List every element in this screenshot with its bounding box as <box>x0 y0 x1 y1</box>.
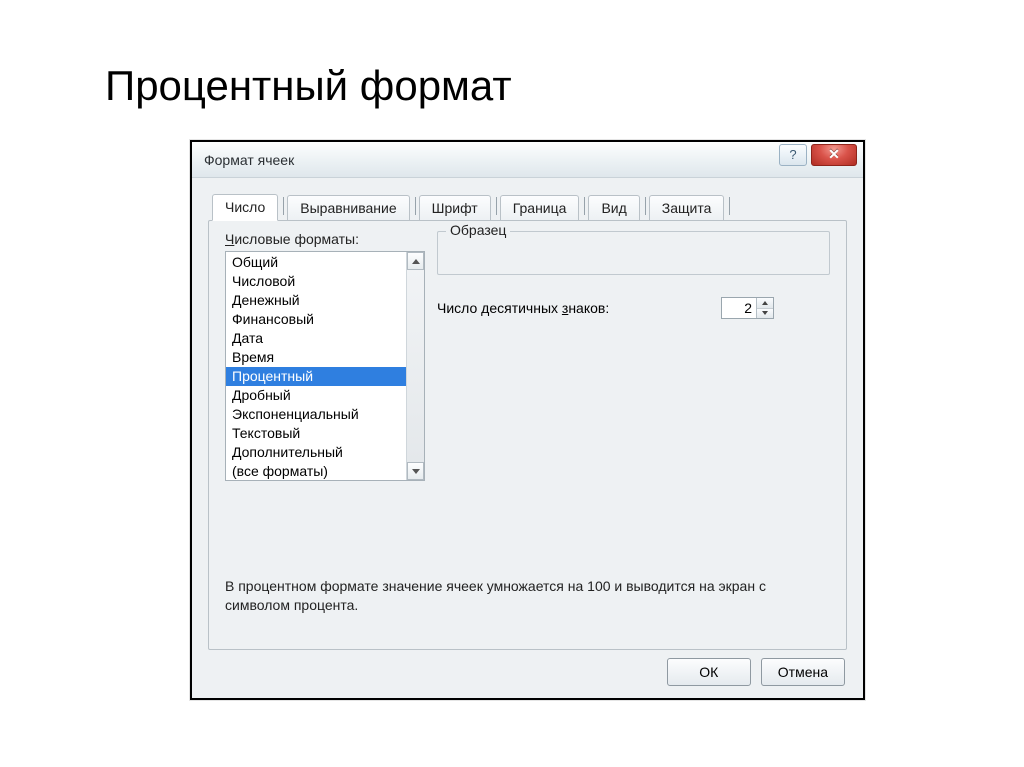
tab-separator <box>415 197 416 215</box>
chevron-down-icon <box>762 311 768 315</box>
tab-alignment[interactable]: Выравнивание <box>287 195 409 221</box>
tab-font[interactable]: Шрифт <box>419 195 491 221</box>
sample-groupbox: Образец <box>437 231 830 275</box>
help-button[interactable]: ? <box>779 144 807 166</box>
list-item[interactable]: Дробный <box>226 386 406 405</box>
sample-label: Образец <box>446 222 510 238</box>
list-item[interactable]: Финансовый <box>226 310 406 329</box>
format-cells-dialog: Формат ячеек ? ✕ Число Выравнивание Шриф… <box>190 140 865 700</box>
cancel-button[interactable]: Отмена <box>761 658 845 686</box>
tab-separator <box>729 197 730 215</box>
dialog-body: Число Выравнивание Шрифт Граница Вид Защ… <box>192 178 863 698</box>
scroll-up-button[interactable] <box>407 252 424 270</box>
dialog-titlebar: Формат ячеек ? ✕ <box>192 142 863 178</box>
close-button[interactable]: ✕ <box>811 144 857 166</box>
list-item[interactable]: Время <box>226 348 406 367</box>
list-item-selected[interactable]: Процентный <box>226 367 406 386</box>
tab-fill[interactable]: Вид <box>588 195 639 221</box>
tab-number[interactable]: Число <box>212 194 278 221</box>
list-item[interactable]: Денежный <box>226 291 406 310</box>
format-description: В процентном формате значение ячеек умно… <box>225 577 828 615</box>
tab-separator <box>645 197 646 215</box>
tab-panel-number: Числовые форматы: Общий Числовой Денежны… <box>208 220 847 650</box>
decimal-places-spinner[interactable] <box>721 297 774 319</box>
chevron-up-icon <box>762 301 768 305</box>
ok-button[interactable]: ОК <box>667 658 751 686</box>
list-item[interactable]: Общий <box>226 253 406 272</box>
spinner-down-button[interactable] <box>757 309 773 319</box>
list-item[interactable]: (все форматы) <box>226 462 406 481</box>
tab-border[interactable]: Граница <box>500 195 580 221</box>
tab-separator <box>283 197 284 215</box>
format-listbox[interactable]: Общий Числовой Денежный Финансовый Дата … <box>225 251 425 481</box>
list-item[interactable]: Дополнительный <box>226 443 406 462</box>
tab-separator <box>496 197 497 215</box>
list-item[interactable]: Числовой <box>226 272 406 291</box>
decimal-places-input[interactable] <box>722 298 756 318</box>
chevron-up-icon <box>412 259 420 264</box>
formats-label: Числовые форматы: <box>225 231 425 247</box>
tab-separator <box>584 197 585 215</box>
decimal-places-label: Число десятичных знаков: <box>437 300 609 316</box>
tab-protection[interactable]: Защита <box>649 195 725 221</box>
dialog-title: Формат ячеек <box>204 152 294 168</box>
scroll-down-button[interactable] <box>407 462 424 480</box>
chevron-down-icon <box>412 469 420 474</box>
tabs-row: Число Выравнивание Шрифт Граница Вид Защ… <box>212 192 847 220</box>
list-item[interactable]: Экспоненциальный <box>226 405 406 424</box>
list-item[interactable]: Текстовый <box>226 424 406 443</box>
page-title: Процентный формат <box>105 62 512 110</box>
spinner-up-button[interactable] <box>757 298 773 309</box>
list-item[interactable]: Дата <box>226 329 406 348</box>
listbox-scrollbar[interactable] <box>406 252 424 480</box>
